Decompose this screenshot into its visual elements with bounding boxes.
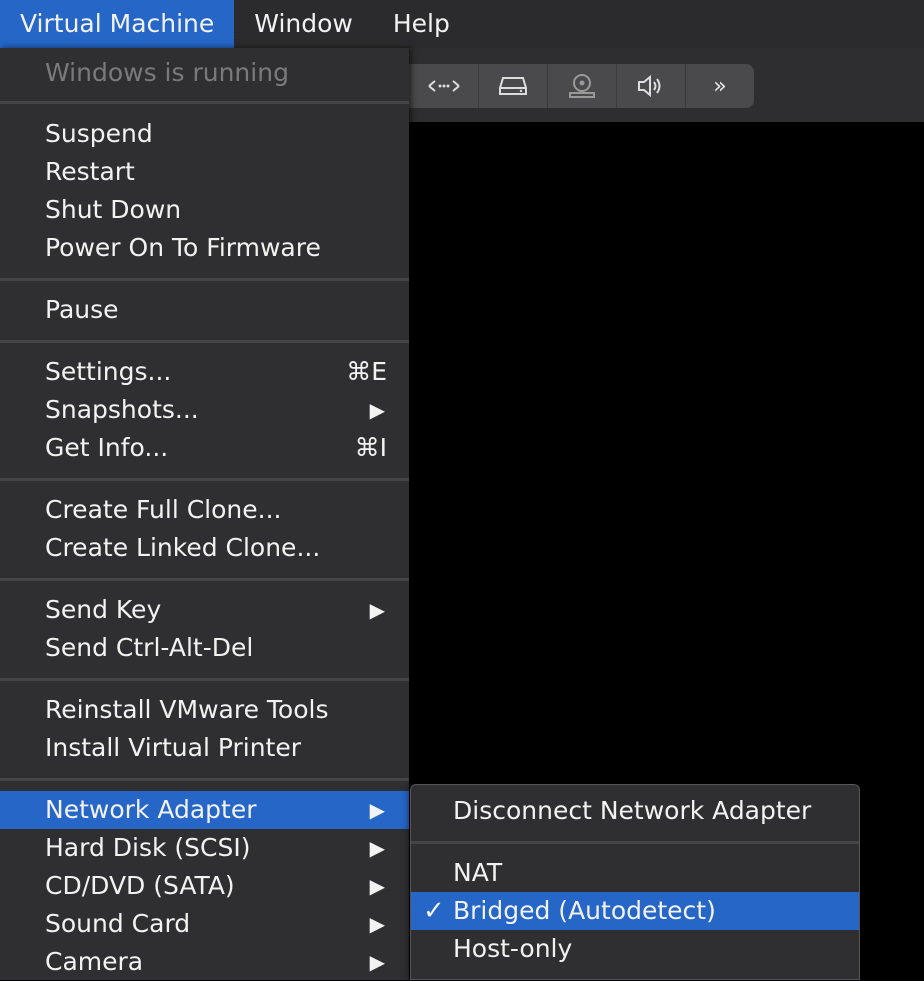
menu-separator xyxy=(0,340,409,343)
hard-disk-icon[interactable] xyxy=(478,64,547,108)
menu-item-power-on-firmware[interactable]: Power On To Firmware xyxy=(0,229,409,267)
sound-icon[interactable] xyxy=(616,64,685,108)
submenu-arrow-icon: ▶ xyxy=(369,598,385,622)
menu-item-sound-card[interactable]: Sound Card ▶ xyxy=(0,905,409,943)
submenu-arrow-icon: ▶ xyxy=(369,398,385,422)
submenu-item-nat[interactable]: NAT xyxy=(411,854,859,892)
menu-separator xyxy=(0,778,409,781)
virtual-machine-menu: Windows is running Suspend Restart Shut … xyxy=(0,48,409,980)
menu-separator xyxy=(0,101,409,104)
menu-item-create-linked-clone[interactable]: Create Linked Clone... xyxy=(0,529,409,567)
menubar-window[interactable]: Window xyxy=(234,0,373,48)
menu-separator xyxy=(0,278,409,281)
submenu-arrow-icon: ▶ xyxy=(369,836,385,860)
network-adapter-submenu: Disconnect Network Adapter NAT ✓ Bridged… xyxy=(410,784,860,980)
submenu-separator xyxy=(411,841,859,844)
menu-item-send-ctrl-alt-del[interactable]: Send Ctrl-Alt-Del xyxy=(0,629,409,667)
submenu-item-bridged[interactable]: ✓ Bridged (Autodetect) xyxy=(411,892,859,930)
submenu-arrow-icon: ▶ xyxy=(369,874,385,898)
settings-shortcut: ⌘E xyxy=(346,357,387,386)
menu-item-snapshots[interactable]: Snapshots... ▶ xyxy=(0,391,409,429)
submenu-arrow-icon: ▶ xyxy=(369,798,385,822)
submenu-item-disconnect[interactable]: Disconnect Network Adapter xyxy=(411,792,859,830)
menubar-help[interactable]: Help xyxy=(373,0,470,48)
network-arrows-icon[interactable] xyxy=(409,64,478,108)
menu-separator xyxy=(0,678,409,681)
menu-item-network-adapter[interactable]: Network Adapter ▶ xyxy=(0,791,409,829)
get-info-shortcut: ⌘I xyxy=(354,433,387,462)
submenu-arrow-icon: ▶ xyxy=(369,950,385,974)
menubar-virtual-machine[interactable]: Virtual Machine xyxy=(0,0,235,48)
submenu-arrow-icon: ▶ xyxy=(369,912,385,936)
more-icon[interactable]: » xyxy=(685,64,754,108)
menu-item-get-info[interactable]: Get Info... ⌘I xyxy=(0,429,409,467)
vm-toolbar: » xyxy=(409,64,754,108)
menu-item-pause[interactable]: Pause xyxy=(0,291,409,329)
submenu-item-host-only[interactable]: Host-only xyxy=(411,930,859,968)
menu-item-shut-down[interactable]: Shut Down xyxy=(0,191,409,229)
menu-bar: Virtual Machine Window Help xyxy=(0,0,924,49)
menu-item-send-key[interactable]: Send Key ▶ xyxy=(0,591,409,629)
menu-item-camera[interactable]: Camera ▶ xyxy=(0,943,409,981)
menu-status-running: Windows is running xyxy=(45,58,289,87)
menu-item-install-virtual-printer[interactable]: Install Virtual Printer xyxy=(0,729,409,767)
menu-item-settings[interactable]: Settings... ⌘E xyxy=(0,353,409,391)
menu-item-create-full-clone[interactable]: Create Full Clone... xyxy=(0,491,409,529)
menu-item-hard-disk[interactable]: Hard Disk (SCSI) ▶ xyxy=(0,829,409,867)
camera-icon[interactable] xyxy=(547,64,616,108)
checkmark-icon: ✓ xyxy=(423,896,445,926)
menu-item-reinstall-vmware-tools[interactable]: Reinstall VMware Tools xyxy=(0,691,409,729)
menu-item-restart[interactable]: Restart xyxy=(0,153,409,191)
menu-separator xyxy=(0,478,409,481)
menu-separator xyxy=(0,578,409,581)
menu-item-suspend[interactable]: Suspend xyxy=(0,115,409,153)
menu-item-cd-dvd[interactable]: CD/DVD (SATA) ▶ xyxy=(0,867,409,905)
